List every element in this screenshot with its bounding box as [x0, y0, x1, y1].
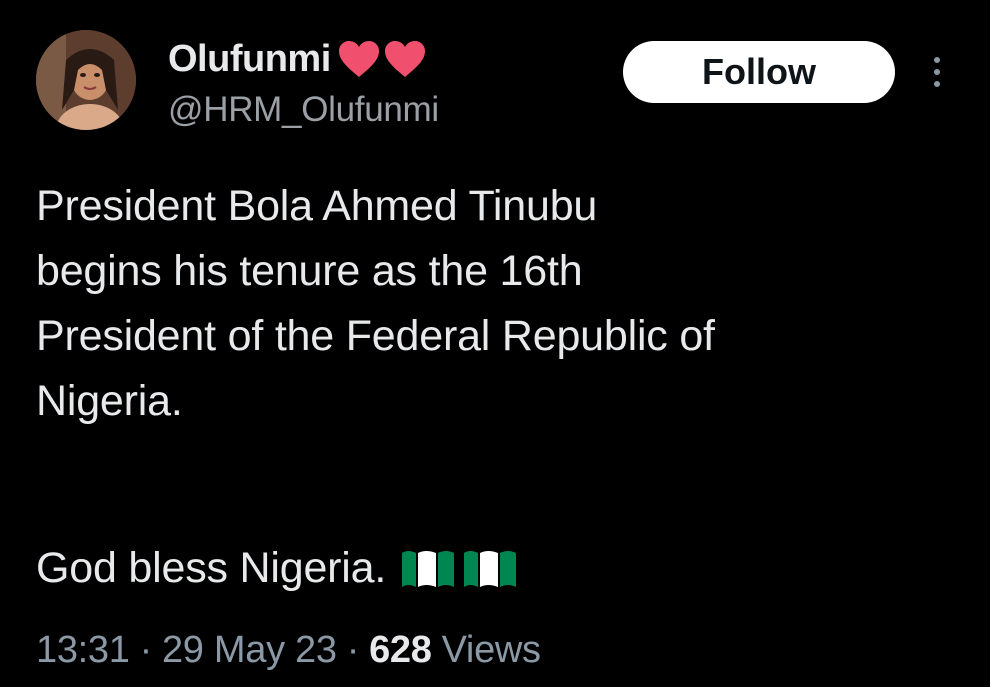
more-vertical-icon[interactable]	[925, 50, 949, 94]
more-dot	[934, 57, 940, 63]
author-name-row: Olufunmi	[168, 34, 427, 84]
follow-button[interactable]: Follow	[623, 41, 895, 103]
tweet-meta: 13:31 · 29 May 23 · 628 Views	[36, 622, 541, 678]
meta-separator: ·	[139, 628, 153, 671]
tweet-text: President Bola Ahmed Tinubu begins his t…	[36, 174, 966, 434]
meta-separator: ·	[346, 628, 360, 671]
tweet-line: President of the Federal Republic of	[36, 312, 715, 360]
views-count[interactable]: 628	[369, 629, 432, 672]
avatar[interactable]	[36, 30, 136, 130]
tweet-blessing: God bless Nigeria.	[36, 536, 518, 601]
heart-icon	[384, 41, 425, 77]
more-dot	[934, 69, 940, 75]
blessing-emoji	[400, 547, 518, 591]
display-name[interactable]: Olufunmi	[168, 38, 331, 81]
nigeria-flag-icon	[402, 550, 455, 587]
name-emoji	[337, 39, 427, 79]
tweet-line: begins his tenure as the 16th	[36, 247, 583, 295]
tweet-date[interactable]: 29 May 23	[162, 629, 337, 672]
heart-icon	[338, 41, 379, 77]
author-handle[interactable]: @HRM_Olufunmi	[168, 90, 439, 130]
tweet-line: Nigeria.	[36, 377, 183, 425]
avatar-image	[36, 30, 136, 130]
nigeria-flag-icon	[464, 550, 517, 587]
blessing-text: God bless Nigeria.	[36, 544, 387, 592]
tweet-time[interactable]: 13:31	[36, 629, 130, 672]
tweet: Olufunmi @HRM_Olufunmi Follow President …	[0, 0, 990, 687]
tweet-line: President Bola Ahmed Tinubu	[36, 182, 598, 230]
views-label[interactable]: Views	[442, 629, 541, 672]
more-dot	[934, 81, 940, 87]
